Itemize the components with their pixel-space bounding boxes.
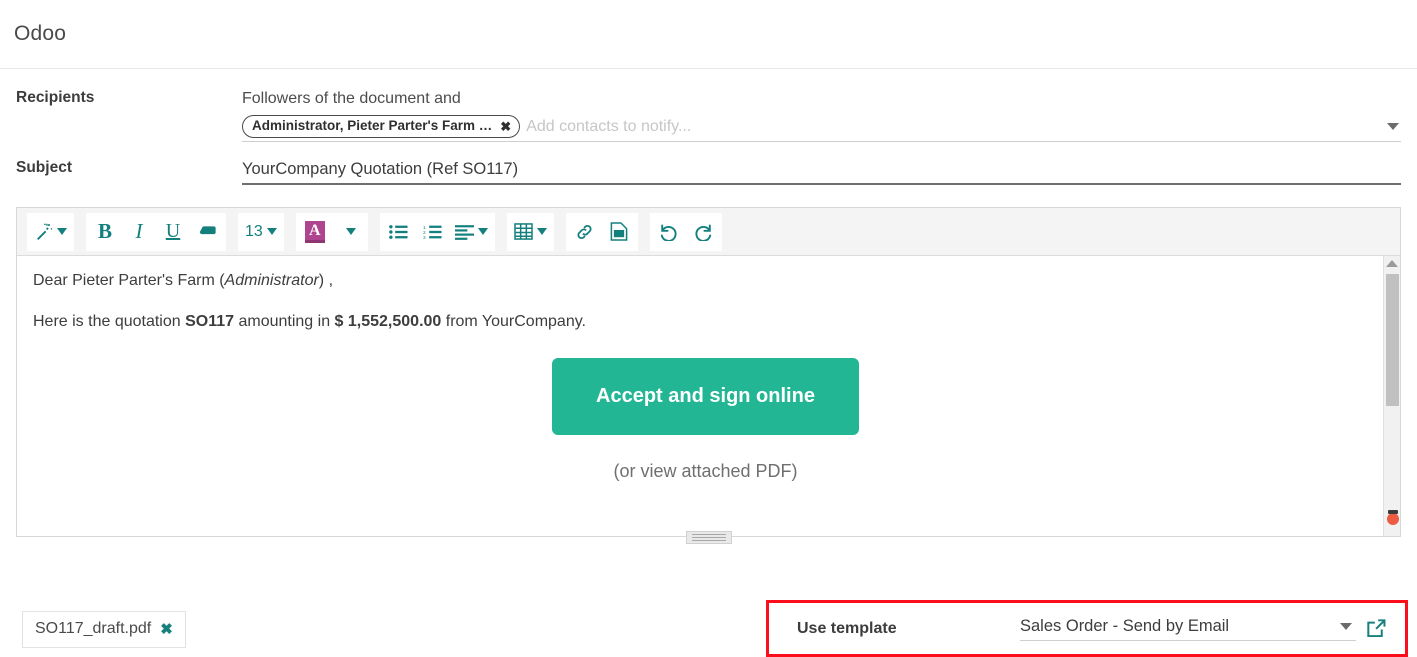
external-link-icon[interactable] xyxy=(1366,618,1387,639)
underline-button[interactable]: U xyxy=(156,214,190,250)
link-icon[interactable] xyxy=(568,214,602,250)
recipients-row: Recipients Followers of the document and… xyxy=(16,87,1401,142)
table-icon[interactable] xyxy=(509,214,552,250)
chevron-down-icon[interactable] xyxy=(345,228,356,235)
editor-toolbar: B I U 13 A 1 2 3 xyxy=(17,208,1400,256)
editor-scrollbar[interactable] xyxy=(1383,256,1400,536)
unordered-list-icon[interactable] xyxy=(382,214,416,250)
font-size-button[interactable]: 13 xyxy=(240,214,282,250)
scrollbar-thumb[interactable] xyxy=(1386,274,1399,406)
accept-and-sign-button[interactable]: Accept and sign online xyxy=(552,358,859,435)
recipients-label: Recipients xyxy=(16,89,95,106)
chevron-down-icon[interactable] xyxy=(266,228,277,235)
greeting-role: Administrator xyxy=(224,272,319,289)
eraser-icon[interactable] xyxy=(190,214,224,250)
rich-text-editor: B I U 13 A 1 2 3 Dear Pieter Parter's Fa… xyxy=(16,207,1401,544)
greeting-suffix: ) , xyxy=(318,272,334,289)
close-icon[interactable]: ✖ xyxy=(500,120,511,133)
use-template-section: Use template Sales Order - Send by Email xyxy=(766,600,1408,657)
subject-row: Subject YourCompany Quotation (Ref SO117… xyxy=(16,157,1401,185)
composer-form: Recipients Followers of the document and… xyxy=(0,69,1417,185)
italic-button[interactable]: I xyxy=(122,214,156,250)
quotation-text-a: Here is the quotation xyxy=(33,313,186,330)
recipient-tag[interactable]: Administrator, Pieter Parter's Farm … ✖ xyxy=(242,115,521,138)
svg-text:1: 1 xyxy=(423,224,426,230)
toolbar-group-history xyxy=(649,212,722,251)
quotation-ref: SO117 xyxy=(185,313,235,330)
quotation-text-c: from YourCompany. xyxy=(441,313,586,330)
greeting-paragraph: Dear Pieter Parter's Farm (Administrator… xyxy=(33,270,1378,291)
redo-icon[interactable] xyxy=(686,214,720,250)
quotation-text-b: amounting in xyxy=(234,313,335,330)
subject-input[interactable]: YourCompany Quotation (Ref SO117) xyxy=(242,157,1401,185)
editor-content[interactable]: Dear Pieter Parter's Farm (Administrator… xyxy=(17,256,1400,536)
quotation-amount: $ 1,552,500.00 xyxy=(334,313,442,330)
add-contacts-input[interactable] xyxy=(524,116,1381,137)
chevron-down-icon[interactable] xyxy=(1387,123,1399,130)
chevron-down-icon[interactable] xyxy=(57,228,67,235)
recipients-input-line[interactable]: Administrator, Pieter Parter's Farm … ✖ xyxy=(242,115,1401,142)
template-value: Sales Order - Send by Email xyxy=(1020,616,1230,635)
magic-wand-icon[interactable] xyxy=(29,214,72,250)
svg-text:2: 2 xyxy=(423,229,426,235)
recipients-control: Followers of the document and Administra… xyxy=(242,87,1401,142)
chevron-down-icon[interactable] xyxy=(1340,622,1352,630)
toolbar-group-table xyxy=(506,212,554,251)
align-left-icon[interactable] xyxy=(450,214,493,250)
greeting-prefix: Dear Pieter Parter's Farm ( xyxy=(33,272,225,289)
recipient-tag-label: Administrator, Pieter Parter's Farm … xyxy=(252,118,493,133)
undo-icon[interactable] xyxy=(652,214,686,250)
toolbar-group-lists: 1 2 3 xyxy=(379,212,495,251)
close-icon[interactable]: ✖ xyxy=(160,620,173,638)
font-color-button[interactable]: A xyxy=(298,214,332,250)
view-attached-pdf-note: (or view attached PDF) xyxy=(613,461,798,481)
font-color-swatch: A xyxy=(305,220,325,243)
attachment-filename: SO117_draft.pdf xyxy=(35,620,152,637)
cta-container: Accept and sign online xyxy=(33,358,1378,435)
scroll-up-icon[interactable] xyxy=(1386,260,1398,267)
subject-value: YourCompany Quotation (Ref SO117) xyxy=(242,160,519,178)
scroll-marker-icon xyxy=(1387,510,1399,525)
subject-label: Subject xyxy=(16,159,72,176)
dialog-header: Odoo xyxy=(0,0,1417,69)
page-title: Odoo xyxy=(14,22,67,45)
toolbar-group-format: B I U xyxy=(86,212,226,251)
subject-control: YourCompany Quotation (Ref SO117) xyxy=(242,157,1401,185)
chevron-down-icon[interactable] xyxy=(477,228,488,235)
font-size-value: 13 xyxy=(245,222,263,240)
quotation-paragraph: Here is the quotation SO117 amounting in… xyxy=(33,311,1378,332)
attachment-chip[interactable]: SO117_draft.pdf ✖ xyxy=(22,611,186,648)
use-template-label: Use template xyxy=(797,619,897,637)
email-composer-dialog: Odoo Recipients Followers of the documen… xyxy=(0,0,1417,657)
bold-button[interactable]: B xyxy=(88,214,122,250)
recipients-static-text: Followers of the document and xyxy=(242,90,461,107)
toolbar-group-style xyxy=(27,212,74,251)
template-select[interactable]: Sales Order - Send by Email xyxy=(1020,617,1356,641)
toolbar-group-fontsize: 13 xyxy=(238,212,284,251)
editor-resize-handle[interactable] xyxy=(685,531,732,544)
ordered-list-icon[interactable]: 1 2 3 xyxy=(416,214,450,250)
color-dropdown-button[interactable] xyxy=(332,214,366,250)
toolbar-group-insert xyxy=(565,212,638,251)
image-icon[interactable] xyxy=(602,214,636,250)
toolbar-group-color: A xyxy=(295,212,368,251)
chevron-down-icon[interactable] xyxy=(536,228,547,235)
svg-text:3: 3 xyxy=(423,235,426,240)
